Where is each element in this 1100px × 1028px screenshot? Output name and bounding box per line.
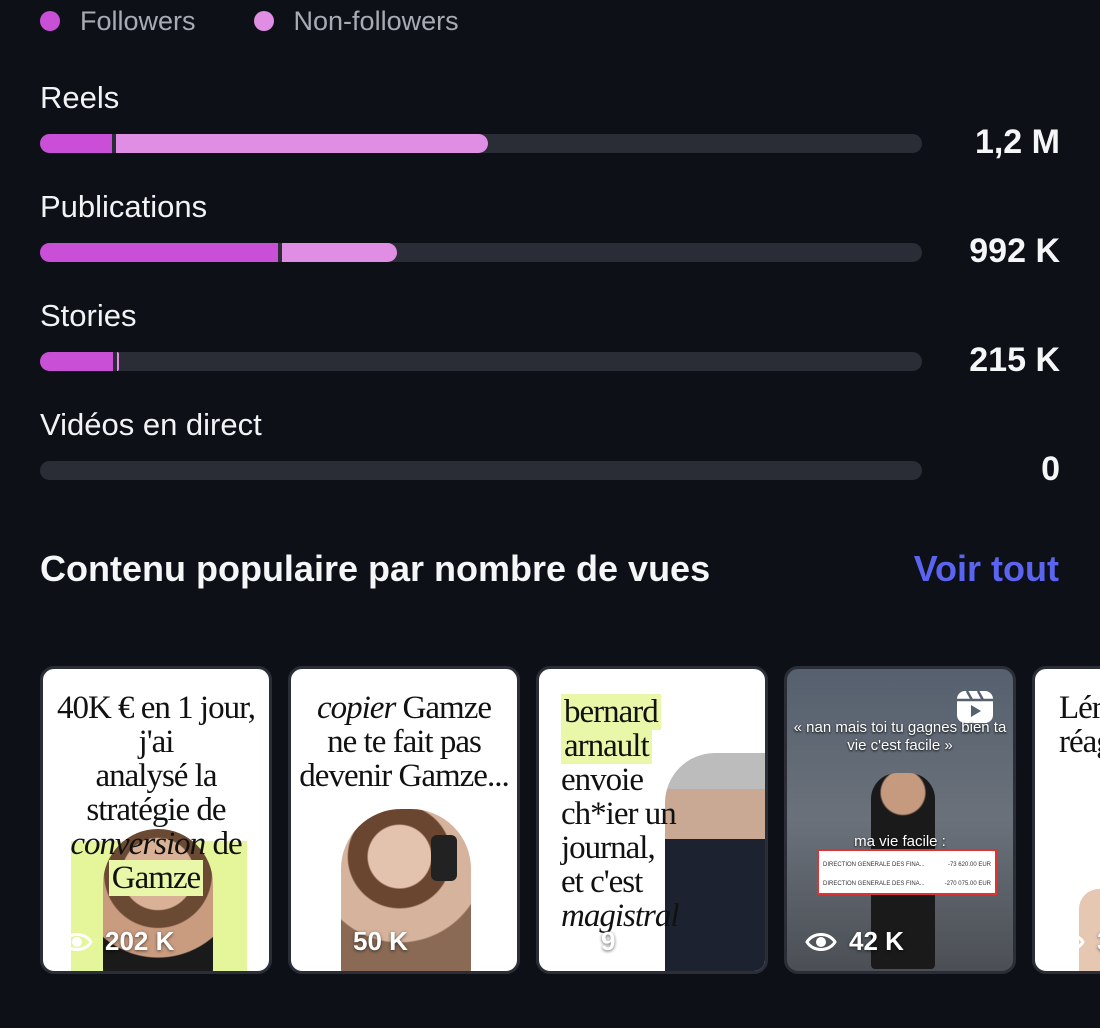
view-count: 50 K bbox=[309, 926, 408, 957]
publications-progress-bar bbox=[40, 243, 922, 262]
followers-segment bbox=[40, 352, 113, 371]
followers-segment bbox=[40, 243, 278, 262]
non-followers-dot bbox=[253, 11, 274, 31]
thumbnail-headline: bernard arnault envoie ch*ier un journal, et … bbox=[561, 694, 680, 934]
metric-value: 992 K bbox=[969, 232, 1060, 270]
statement-row-amount: -73 620.00 EUR bbox=[947, 861, 991, 868]
legend-label-non-followers: Non-followers bbox=[293, 5, 459, 36]
thumbnail-headline: 40K € en 1 jour, j'ai analysé la stratégi… bbox=[56, 690, 256, 896]
legend-label-followers: Followers bbox=[80, 5, 196, 36]
see-all-link[interactable]: Voir tout bbox=[914, 548, 1059, 590]
metric-label: Publications bbox=[40, 189, 208, 224]
metric-live-videos: Vidéos en direct 0 bbox=[40, 405, 1060, 495]
metric-label: Vidéos en direct bbox=[40, 407, 262, 442]
statement-row-label: DIRECTION GENERALE DES FINA... bbox=[823, 861, 925, 868]
metric-reels: Reels 1,2 M bbox=[40, 78, 1060, 168]
legend-non-followers: Non-followers bbox=[253, 5, 459, 37]
video-subcaption: ma vie facile : bbox=[854, 833, 946, 850]
popular-content-title: Contenu populaire par nombre de vues bbox=[40, 548, 711, 589]
legend-followers: Followers bbox=[40, 6, 196, 37]
content-card[interactable]: copier Gamze ne te fait pas devenir Gamze.… bbox=[288, 666, 520, 974]
bank-statement: DIRECTION GENERALE DES FINA... -73 620.00… bbox=[817, 849, 997, 895]
view-count-label: 9 bbox=[601, 926, 616, 956]
thumbnail-headline: Lérréagi bbox=[1059, 690, 1100, 760]
metric-value: 215 K bbox=[969, 341, 1060, 379]
non-followers-segment bbox=[282, 243, 397, 262]
non-followers-segment bbox=[117, 352, 119, 371]
content-card[interactable]: « nan mais toi tu gagnes bien ta vie c'e… bbox=[784, 666, 1016, 974]
view-count-label: 42 K bbox=[849, 926, 904, 956]
view-count: 3 bbox=[1053, 926, 1100, 957]
video-caption: « nan mais toi tu gagnes bien ta vie c'e… bbox=[793, 719, 1007, 754]
content-card[interactable]: Lérréagi 3 bbox=[1032, 666, 1100, 974]
audience-legend: Followers Non-followers bbox=[40, 2, 517, 40]
stories-progress-bar bbox=[40, 352, 922, 371]
view-count-label: 50 K bbox=[353, 926, 408, 956]
eye-icon bbox=[61, 932, 93, 951]
metric-value: 0 bbox=[1041, 450, 1060, 488]
popular-content-carousel[interactable]: 40K € en 1 jour, j'ai analysé la stratégi… bbox=[40, 666, 1100, 978]
eye-icon bbox=[309, 932, 341, 951]
non-followers-segment bbox=[116, 134, 488, 153]
view-count: 42 K bbox=[805, 926, 904, 957]
view-count-label: 202 K bbox=[105, 926, 175, 956]
metric-publications: Publications 992 K bbox=[40, 187, 1060, 277]
metric-label: Reels bbox=[40, 80, 120, 115]
followers-segment bbox=[40, 134, 112, 153]
reels-progress-bar bbox=[40, 134, 922, 153]
content-card[interactable]: 40K € en 1 jour, j'ai analysé la stratégi… bbox=[40, 666, 272, 974]
eye-icon bbox=[557, 932, 589, 951]
thumbnail-headline: copier Gamze ne te fait pas devenir Gamze.… bbox=[299, 690, 509, 794]
view-count: 9 bbox=[557, 926, 615, 957]
live-videos-progress-bar bbox=[40, 461, 922, 480]
statement-row-amount: -270 075.00 EUR bbox=[944, 880, 991, 887]
statement-row-label: DIRECTION GENERALE DES FINA... bbox=[823, 880, 925, 887]
metric-value: 1,2 M bbox=[974, 123, 1060, 161]
eye-icon bbox=[805, 932, 837, 951]
phone-icon bbox=[431, 835, 457, 881]
content-card[interactable]: bernard arnault envoie ch*ier un journal, et … bbox=[536, 666, 768, 974]
followers-dot bbox=[40, 11, 60, 31]
metric-stories: Stories 215 K bbox=[40, 296, 1060, 386]
eye-icon bbox=[1053, 932, 1085, 951]
metric-label: Stories bbox=[40, 298, 137, 333]
view-count: 202 K bbox=[61, 926, 174, 957]
